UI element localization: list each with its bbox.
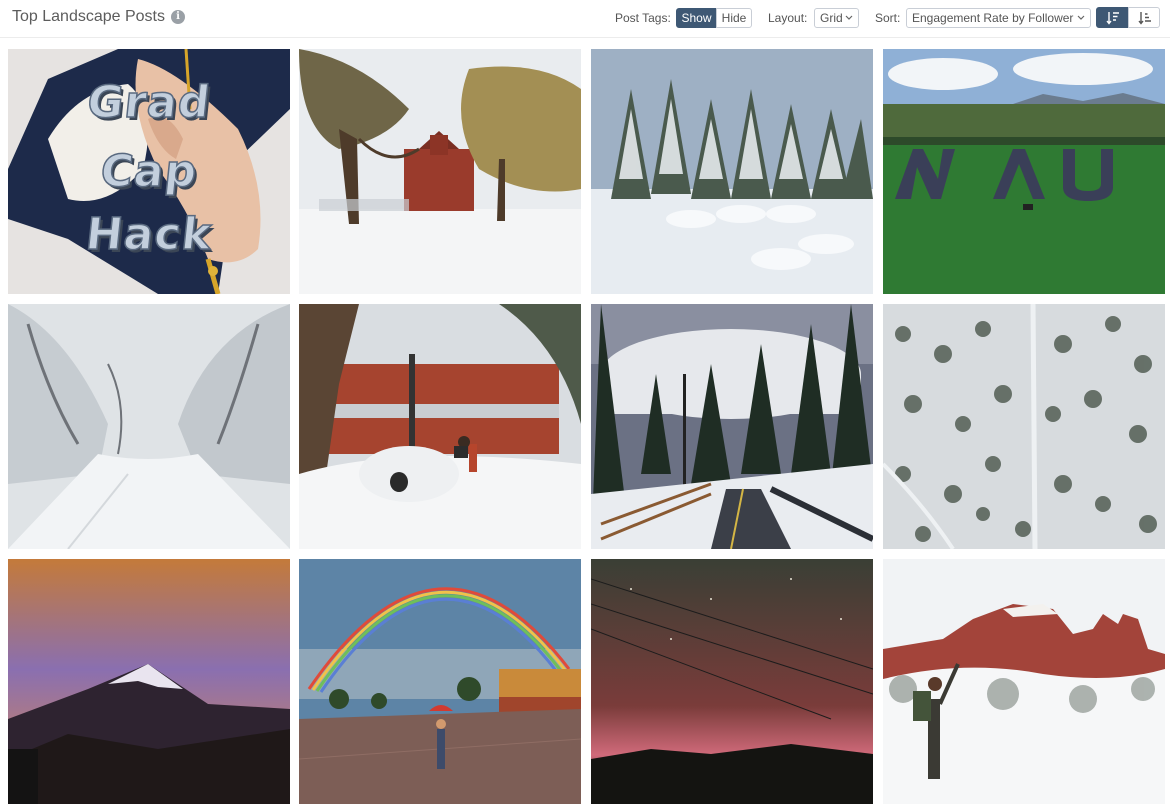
post-tile[interactable] <box>591 304 873 549</box>
overlay-text-line-2: Cap <box>97 145 200 198</box>
info-circle-icon[interactable]: i <box>171 10 185 24</box>
post-tile[interactable] <box>591 559 873 804</box>
post-tile[interactable]: Grad Cap Hack <box>8 49 290 294</box>
chevron-down-icon <box>1077 15 1085 20</box>
post-tile[interactable] <box>8 304 290 549</box>
post-image-red-rocks <box>883 559 1165 804</box>
post-tile[interactable] <box>883 49 1165 294</box>
post-image-snowy-campus <box>299 49 581 294</box>
post-tags-show-button[interactable]: Show <box>676 8 717 28</box>
chevron-down-icon <box>845 15 853 20</box>
post-tags-hide-button[interactable]: Hide <box>716 8 752 28</box>
post-image-aurora <box>591 559 873 804</box>
post-image-snowy-path <box>8 304 290 549</box>
page-title: Top Landscape Posts <box>12 8 165 25</box>
sort-dropdown-value: Engagement Rate by Follower <box>912 11 1074 25</box>
overlay-text-line-3: Hack <box>83 208 216 261</box>
post-image-field-formation <box>883 49 1165 294</box>
post-tile[interactable] <box>8 559 290 804</box>
toolbar: Top Landscape Posts i Post Tags: Show Hi… <box>0 0 1170 38</box>
post-tile[interactable] <box>299 304 581 549</box>
layout-dropdown[interactable]: Grid <box>814 8 859 28</box>
post-image-mountain-sunset <box>8 559 290 804</box>
sort-label: Sort: <box>875 11 901 25</box>
post-tile[interactable] <box>883 304 1165 549</box>
post-image-rainbow <box>299 559 581 804</box>
post-tile[interactable] <box>299 49 581 294</box>
sort-ascending-button[interactable] <box>1128 7 1160 28</box>
layout-dropdown-value: Grid <box>820 11 843 25</box>
post-tile[interactable] <box>299 559 581 804</box>
post-image-dome-road <box>591 304 873 549</box>
overlay-text-line-1: Grad <box>84 76 214 129</box>
sort-dropdown[interactable]: Engagement Rate by Follower <box>906 8 1091 28</box>
sort-ascending-icon <box>1138 12 1151 25</box>
post-image-snowy-parking <box>591 49 873 294</box>
post-tile[interactable] <box>883 559 1165 804</box>
post-image-igloo <box>299 304 581 549</box>
sort-descending-icon <box>1106 12 1119 25</box>
sort-descending-button[interactable] <box>1096 7 1129 28</box>
post-image-aerial-forest <box>883 304 1165 549</box>
post-tile[interactable] <box>591 49 873 294</box>
layout-label: Layout: <box>768 11 808 25</box>
post-tags-label: Post Tags: <box>615 11 671 25</box>
